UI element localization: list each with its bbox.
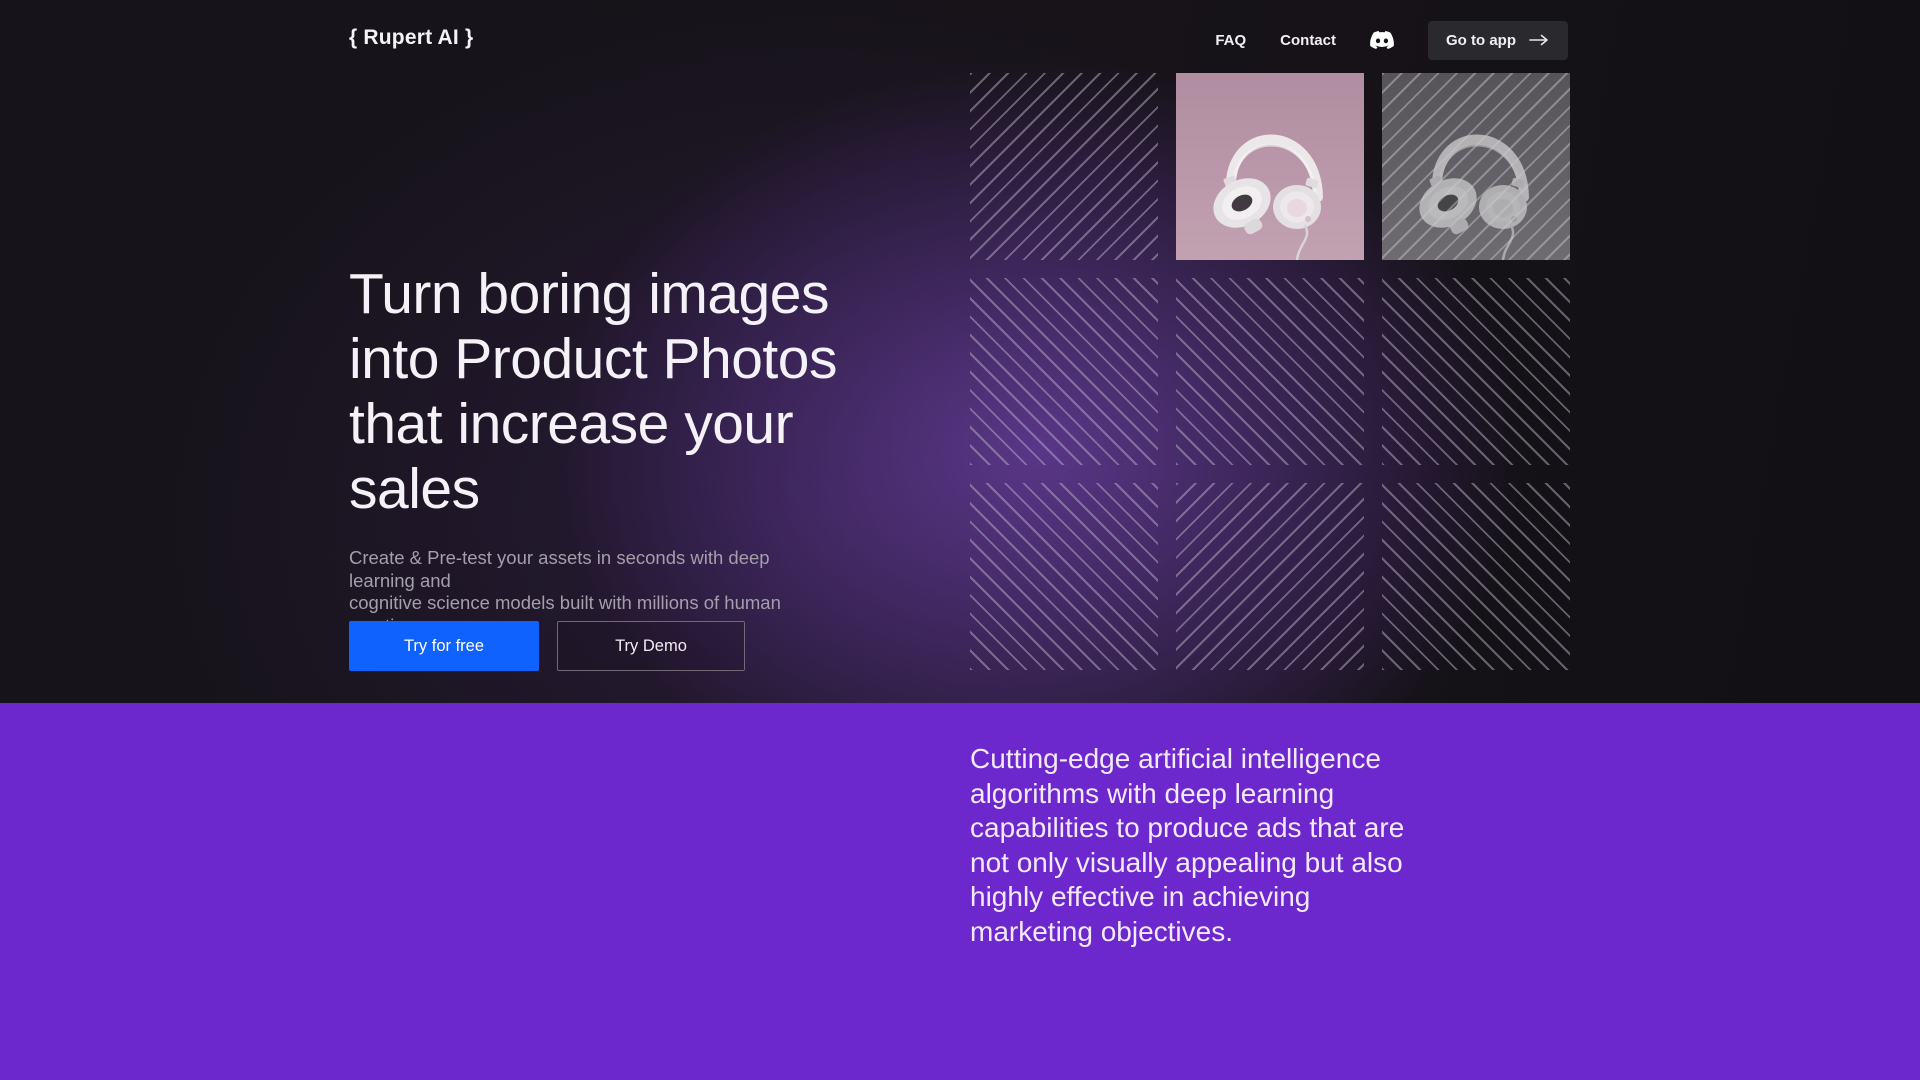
text-line: Create & Pre-test your assets in seconds… [349, 547, 819, 592]
brand-logo: { Rupert AI } [349, 26, 473, 50]
text-line: capabilities to produce ads that are [970, 811, 1490, 846]
gallery-tile-hatch [970, 483, 1158, 670]
try-for-free-button[interactable]: Try for free [349, 621, 539, 671]
hero-section: { Rupert AI } FAQ Contact Go to app Turn… [0, 0, 1920, 703]
gallery-tile-hatch [1176, 483, 1364, 670]
hero-title: Turn boring imagesinto Product Photostha… [349, 262, 949, 522]
landing-page: { Rupert AI } FAQ Contact Go to app Turn… [0, 0, 1920, 1080]
gallery-tile-hatch [1382, 278, 1570, 465]
top-nav: FAQ Contact Go to app [1215, 0, 1568, 80]
nav-link-faq[interactable]: FAQ [1215, 32, 1246, 49]
text-line: Turn boring images [349, 262, 949, 327]
gallery-grid [970, 73, 1570, 670]
text-line: that increase your [349, 392, 949, 457]
text-line: not only visually appealing but also [970, 846, 1490, 881]
gallery-tile-photo-headphones-ghost [1382, 73, 1570, 260]
gallery-tile-hatch [970, 278, 1158, 465]
arrow-right-icon [1528, 33, 1550, 47]
hero-actions: Try for free Try Demo [349, 621, 745, 671]
gallery-tile-hatch [1176, 278, 1364, 465]
gallery-tile-photo-headphones [1176, 73, 1364, 260]
text-line: into Product Photos [349, 327, 949, 392]
gallery-tile-hatch [1382, 483, 1570, 670]
text-line: sales [349, 457, 949, 522]
nav-link-contact[interactable]: Contact [1280, 32, 1336, 49]
text-line: algorithms with deep learning [970, 777, 1490, 812]
hatch-overlay [1382, 73, 1570, 260]
text-line: marketing objectives. [970, 915, 1490, 950]
discord-icon[interactable] [1370, 31, 1394, 49]
text-line: highly effective in achieving [970, 880, 1490, 915]
gallery-tile-hatch [970, 73, 1158, 260]
feature-text: Cutting-edge artificial intelligencealgo… [970, 742, 1490, 949]
go-to-app-label: Go to app [1446, 32, 1516, 49]
text-line: Cutting-edge artificial intelligence [970, 742, 1490, 777]
try-demo-button[interactable]: Try Demo [557, 621, 745, 671]
go-to-app-button[interactable]: Go to app [1428, 21, 1568, 60]
feature-section: Cutting-edge artificial intelligencealgo… [0, 703, 1920, 1080]
